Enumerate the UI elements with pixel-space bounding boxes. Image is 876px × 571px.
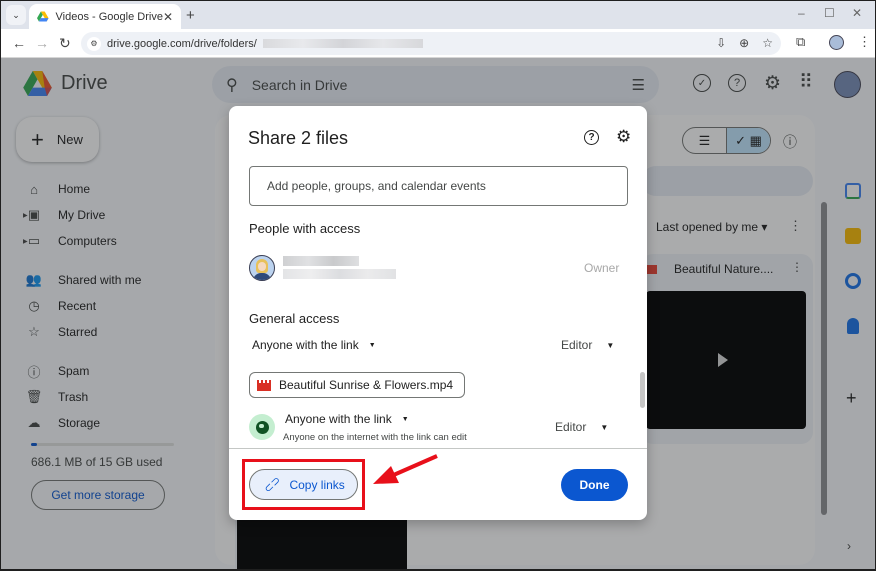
done-button[interactable]: Done — [561, 469, 628, 501]
dropdown-caret-icon: ▼ — [401, 415, 409, 423]
profile-avatar[interactable] — [829, 35, 844, 50]
owner-email-redacted — [283, 269, 396, 279]
settings-gear-icon[interactable]: ⚙ — [616, 127, 631, 147]
tab-title: Videos - Google Drive — [55, 10, 163, 23]
general-role-value: Editor — [561, 338, 593, 352]
extensions-icon[interactable]: ⧉ — [796, 34, 805, 50]
owner-name-redacted — [283, 256, 359, 266]
install-app-icon[interactable]: ⇩ — [716, 36, 726, 50]
general-access-heading: General access — [249, 311, 340, 326]
address-bar[interactable]: ⚙ drive.google.com/drive/folders/ ⇩ ⊕ ☆ — [81, 32, 781, 55]
url-text: drive.google.com/drive/folders/ — [107, 37, 257, 50]
zoom-icon[interactable]: ⊕ — [739, 36, 749, 50]
maximize-icon[interactable]: ☐ — [824, 6, 835, 20]
bookmark-star-icon[interactable]: ☆ — [762, 36, 773, 50]
owner-role-label: Owner — [584, 261, 620, 275]
general-access-dropdown[interactable]: Anyone with the link ▼ — [252, 338, 376, 352]
tab-videos-google-drive[interactable]: Videos - Google Drive ✕ — [29, 4, 181, 29]
reload-icon[interactable]: ↻ — [59, 35, 71, 52]
file-role-value: Editor — [555, 420, 587, 434]
dialog-scrollbar[interactable] — [640, 372, 645, 408]
file-access-description: Anyone on the internet with the link can… — [283, 432, 467, 443]
close-window-icon[interactable]: ✕ — [852, 6, 862, 20]
tab-strip: ⌄ Videos - Google Drive ✕ + – ☐ ✕ — [1, 1, 875, 29]
file-role-dropdown[interactable]: Editor ▼ — [555, 420, 608, 434]
dropdown-caret-icon: ▼ — [600, 422, 609, 432]
file-chip: Beautiful Sunrise & Flowers.mp4 — [249, 372, 465, 398]
people-with-access-heading: People with access — [249, 221, 361, 236]
site-info-icon[interactable]: ⚙ — [87, 36, 101, 51]
dropdown-caret-icon: ▼ — [606, 340, 615, 350]
owner-avatar — [249, 255, 275, 281]
help-icon[interactable]: ? — [584, 130, 599, 145]
annotation-highlight-box — [242, 459, 365, 510]
dropdown-caret-icon: ▼ — [368, 341, 376, 349]
annotation-arrow — [373, 454, 438, 484]
general-access-value: Anyone with the link — [252, 338, 359, 352]
new-tab-icon[interactable]: + — [186, 7, 195, 24]
minimize-icon[interactable]: – — [798, 6, 805, 20]
url-redacted — [262, 39, 423, 48]
general-role-dropdown[interactable]: Editor ▼ — [561, 338, 614, 352]
dialog-title: Share 2 files — [248, 128, 349, 148]
file-access-dropdown[interactable]: Anyone with the link ▼ — [285, 412, 409, 426]
footer-divider — [229, 448, 647, 449]
close-tab-icon[interactable]: ✕ — [163, 10, 173, 24]
file-chip-name: Beautiful Sunrise & Flowers.mp4 — [279, 378, 454, 392]
browser-toolbar: ← → ↻ ⚙ drive.google.com/drive/folders/ … — [1, 29, 875, 58]
video-file-icon — [257, 379, 271, 391]
file-access-value: Anyone with the link — [285, 412, 392, 426]
menu-kebab-icon[interactable]: ⋮ — [858, 34, 871, 50]
omnibox-actions: ⇩ ⊕ ☆ — [716, 36, 773, 50]
back-icon[interactable]: ← — [12, 35, 26, 51]
browser-window: ⌄ Videos - Google Drive ✕ + – ☐ ✕ ← → ↻ … — [1, 1, 875, 569]
globe-icon — [249, 414, 275, 440]
drive-favicon — [37, 11, 49, 22]
tab-search-icon[interactable]: ⌄ — [6, 5, 26, 25]
forward-icon[interactable]: → — [35, 35, 49, 51]
add-people-input[interactable] — [249, 166, 628, 206]
